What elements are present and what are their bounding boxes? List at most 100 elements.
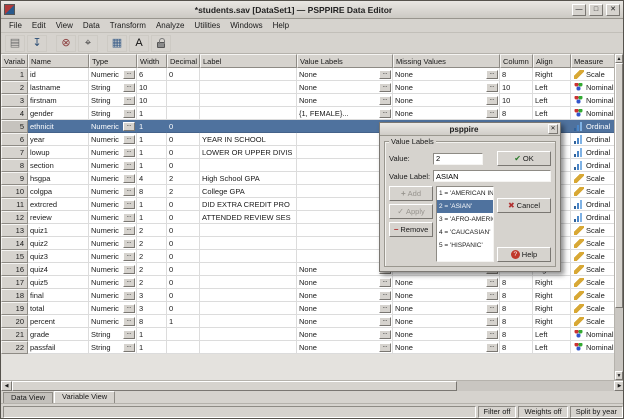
value-label-input[interactable] bbox=[433, 170, 551, 182]
menu-file[interactable]: File bbox=[4, 20, 27, 31]
cell-name[interactable]: section bbox=[28, 159, 89, 172]
column-header-measure[interactable]: Measure bbox=[571, 54, 616, 68]
cell-type[interactable]: Numeric... bbox=[89, 133, 137, 146]
cell-width[interactable]: 1 bbox=[137, 159, 167, 172]
cell-measure[interactable]: Scale bbox=[571, 289, 616, 302]
cell-value_labels[interactable]: None... bbox=[297, 328, 393, 341]
cell-align[interactable]: Left bbox=[533, 107, 571, 120]
cell-label[interactable] bbox=[200, 237, 297, 250]
cell-type[interactable]: Numeric... bbox=[89, 159, 137, 172]
cell-width[interactable]: 2 bbox=[137, 263, 167, 276]
vertical-scroll-thumb[interactable] bbox=[615, 63, 623, 308]
ellipsis-button[interactable]: ... bbox=[123, 291, 135, 300]
cell-label[interactable]: DID EXTRA CREDIT PRO bbox=[200, 198, 297, 211]
cell-measure[interactable]: Ordinal bbox=[571, 120, 616, 133]
ellipsis-button[interactable]: ... bbox=[123, 200, 135, 209]
menu-transform[interactable]: Transform bbox=[105, 20, 151, 31]
value-label-item[interactable]: 3 = 'AFRO-AMERICAN' bbox=[437, 213, 493, 226]
cell-measure[interactable]: Ordinal bbox=[571, 198, 616, 211]
cell-width[interactable]: 2 bbox=[137, 237, 167, 250]
cell-measure[interactable]: Ordinal bbox=[571, 146, 616, 159]
cell-measure[interactable]: Scale bbox=[571, 185, 616, 198]
cell-name[interactable]: quiz1 bbox=[28, 224, 89, 237]
cell-value_labels[interactable]: None... bbox=[297, 315, 393, 328]
cell-width[interactable]: 6 bbox=[137, 68, 167, 81]
row-number-cell[interactable]: 16 bbox=[1, 263, 28, 276]
cell-align[interactable]: Left bbox=[533, 81, 571, 94]
cell-type[interactable]: String... bbox=[89, 107, 137, 120]
value-label-item[interactable]: 1 = 'AMERICAN INDIAN' bbox=[437, 187, 493, 200]
value-labels-list[interactable]: 1 = 'AMERICAN INDIAN'2 = 'ASIAN'3 = 'AFR… bbox=[436, 186, 494, 262]
ellipsis-button[interactable]: ... bbox=[486, 278, 498, 287]
cell-decimals[interactable]: 0 bbox=[167, 263, 200, 276]
cancel-button[interactable]: ✖ Cancel bbox=[497, 198, 551, 213]
cell-name[interactable]: quiz3 bbox=[28, 250, 89, 263]
ellipsis-button[interactable]: ... bbox=[123, 213, 135, 222]
cell-missing[interactable]: None... bbox=[393, 315, 500, 328]
cell-width[interactable]: 2 bbox=[137, 276, 167, 289]
cell-measure[interactable]: Scale bbox=[571, 172, 616, 185]
cell-label[interactable] bbox=[200, 341, 297, 354]
cell-type[interactable]: Numeric... bbox=[89, 263, 137, 276]
row-number-cell[interactable]: 12 bbox=[1, 211, 28, 224]
cell-decimals[interactable]: 2 bbox=[167, 172, 200, 185]
ellipsis-button[interactable]: ... bbox=[123, 343, 135, 352]
insert-variable-button[interactable]: ▦ bbox=[107, 35, 127, 52]
cell-decimals[interactable]: 0 bbox=[167, 68, 200, 81]
cell-name[interactable]: extrcred bbox=[28, 198, 89, 211]
cell-type[interactable]: Numeric... bbox=[89, 224, 137, 237]
cell-value_labels[interactable]: None... bbox=[297, 289, 393, 302]
cell-label[interactable] bbox=[200, 250, 297, 263]
ellipsis-button[interactable]: ... bbox=[379, 330, 391, 339]
scroll-left-icon[interactable]: ◀ bbox=[1, 381, 12, 391]
cell-label[interactable] bbox=[200, 224, 297, 237]
cell-measure[interactable]: Nominal bbox=[571, 107, 616, 120]
row-number-cell[interactable]: 6 bbox=[1, 133, 28, 146]
cell-missing[interactable]: None... bbox=[393, 68, 500, 81]
column-header-decimals[interactable]: Decimal bbox=[167, 54, 200, 68]
column-header-label[interactable]: Label bbox=[200, 54, 297, 68]
value-label-item[interactable]: 5 = 'HISPANIC' bbox=[437, 239, 493, 252]
cell-missing[interactable]: None... bbox=[393, 94, 500, 107]
horizontal-scroll-thumb[interactable] bbox=[12, 381, 457, 391]
cell-name[interactable]: final bbox=[28, 289, 89, 302]
cell-missing[interactable]: None... bbox=[393, 107, 500, 120]
cell-decimals[interactable]: 1 bbox=[167, 315, 200, 328]
menu-windows[interactable]: Windows bbox=[225, 20, 267, 31]
cell-decimals[interactable]: 2 bbox=[167, 185, 200, 198]
cell-decimals[interactable]: 0 bbox=[167, 237, 200, 250]
cell-type[interactable]: Numeric... bbox=[89, 211, 137, 224]
cell-missing[interactable]: None... bbox=[393, 302, 500, 315]
add-button[interactable]: + Add bbox=[389, 186, 433, 201]
cell-decimals[interactable]: 0 bbox=[167, 159, 200, 172]
cell-decimals[interactable]: 0 bbox=[167, 224, 200, 237]
cell-decimals[interactable]: 0 bbox=[167, 133, 200, 146]
menu-help[interactable]: Help bbox=[268, 20, 294, 31]
scroll-up-icon[interactable]: ▲ bbox=[615, 54, 623, 63]
row-number-cell[interactable]: 14 bbox=[1, 237, 28, 250]
value-labels-button[interactable]: A bbox=[129, 35, 149, 52]
split-file-button[interactable] bbox=[151, 35, 171, 52]
cell-label[interactable]: YEAR IN SCHOOL bbox=[200, 133, 297, 146]
titlebar[interactable]: *students.sav [DataSet1] — PSPPIRE Data … bbox=[1, 1, 623, 19]
cell-name[interactable]: passfail bbox=[28, 341, 89, 354]
cell-width[interactable]: 10 bbox=[137, 81, 167, 94]
cell-measure[interactable]: Nominal bbox=[571, 81, 616, 94]
ellipsis-button[interactable]: ... bbox=[123, 122, 135, 131]
row-number-cell[interactable]: 4 bbox=[1, 107, 28, 120]
ellipsis-button[interactable]: ... bbox=[379, 70, 391, 79]
ellipsis-button[interactable]: ... bbox=[379, 343, 391, 352]
tab-variable-view[interactable]: Variable View bbox=[54, 391, 115, 403]
ellipsis-button[interactable]: ... bbox=[486, 291, 498, 300]
cell-decimals[interactable] bbox=[167, 328, 200, 341]
cell-missing[interactable]: None... bbox=[393, 81, 500, 94]
cell-label[interactable] bbox=[200, 263, 297, 276]
cell-value_labels[interactable]: None... bbox=[297, 302, 393, 315]
cell-width[interactable]: 3 bbox=[137, 289, 167, 302]
cell-measure[interactable]: Ordinal bbox=[571, 133, 616, 146]
value-label-item[interactable]: 4 = 'CAUCASIAN' bbox=[437, 226, 493, 239]
cell-name[interactable]: hsgpa bbox=[28, 172, 89, 185]
cell-type[interactable]: Numeric... bbox=[89, 289, 137, 302]
menu-view[interactable]: View bbox=[51, 20, 78, 31]
help-button[interactable]: ? Help bbox=[497, 247, 551, 262]
